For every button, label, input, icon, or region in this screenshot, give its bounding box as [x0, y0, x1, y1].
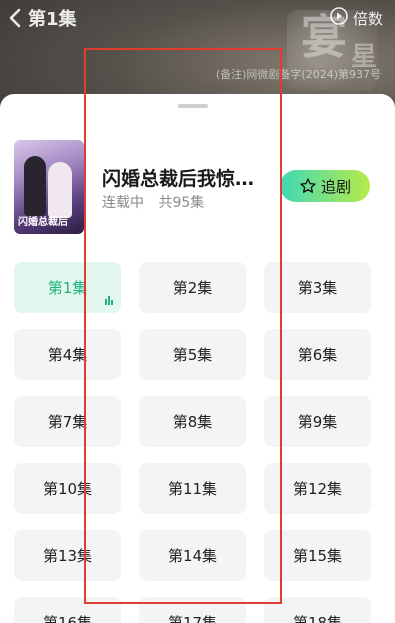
poster-title-text: 闪婚总裁后 — [18, 217, 68, 228]
episode-tile-label: 第2集 — [172, 279, 213, 297]
episode-tile[interactable]: 第12集 — [264, 463, 371, 514]
playing-bars-icon — [105, 296, 113, 305]
poster-figure-left — [24, 156, 46, 216]
star-icon — [299, 177, 317, 195]
episode-tile-label: 第10集 — [42, 480, 93, 498]
episode-tile-label: 第9集 — [297, 413, 338, 431]
chevron-left-icon[interactable] — [6, 7, 24, 29]
episode-tile-label: 第16集 — [42, 614, 93, 623]
episode-tile[interactable]: 第13集 — [14, 530, 121, 581]
episode-tile-label: 第3集 — [297, 279, 338, 297]
episode-tile[interactable]: 第5集 — [139, 329, 246, 380]
episode-tile[interactable]: 第9集 — [264, 396, 371, 447]
episode-tile[interactable]: 第14集 — [139, 530, 246, 581]
episode-tile-label: 第6集 — [297, 346, 338, 364]
episode-tile-label: 第4集 — [47, 346, 88, 364]
speed-circle-icon — [329, 6, 349, 30]
episode-tile[interactable]: 第17集 — [139, 597, 246, 623]
episode-tile[interactable]: 第18集 — [264, 597, 371, 623]
speed-button[interactable]: 倍数 — [329, 6, 395, 30]
episode-tile-label: 第18集 — [292, 614, 343, 623]
episode-tile-label: 第5集 — [172, 346, 213, 364]
episode-tile[interactable]: 第16集 — [14, 597, 121, 623]
poster-figure-right — [48, 162, 72, 218]
episode-tile[interactable]: 第15集 — [264, 530, 371, 581]
player-screen: 宴 星 第1集 倍数 (备注)网微剧备字(2024)第937号 闪婚总裁后 闪婚… — [0, 0, 395, 623]
sheet-drag-handle[interactable] — [178, 104, 208, 108]
speed-label: 倍数 — [352, 9, 383, 28]
episode-tile-label: 第7集 — [47, 413, 88, 431]
back-control[interactable]: 第1集 — [0, 5, 77, 31]
drama-title: 闪婚总裁后我惊… — [102, 168, 255, 190]
episode-tile[interactable]: 第1集 — [14, 262, 121, 313]
episode-tile-label: 第17集 — [167, 614, 218, 623]
follow-label: 追剧 — [320, 177, 351, 196]
episode-tile[interactable]: 第4集 — [14, 329, 121, 380]
drama-poster: 闪婚总裁后 — [14, 140, 84, 234]
episode-tile-label: 第12集 — [292, 480, 343, 498]
episode-tile-label: 第8集 — [172, 413, 213, 431]
drama-meta: 连载中 共95集 — [102, 192, 204, 212]
episode-tile[interactable]: 第3集 — [264, 262, 371, 313]
license-number: (备注)网微剧备字(2024)第937号 — [215, 68, 381, 81]
episode-tile[interactable]: 第11集 — [139, 463, 246, 514]
player-topbar: 第1集 倍数 — [0, 0, 395, 36]
episode-tile[interactable]: 第7集 — [14, 396, 121, 447]
episode-tile-label: 第14集 — [167, 547, 218, 565]
episode-tile[interactable]: 第8集 — [139, 396, 246, 447]
episode-tile-label: 第11集 — [167, 480, 218, 498]
episode-tile[interactable]: 第10集 — [14, 463, 121, 514]
episode-tile-label: 第13集 — [42, 547, 93, 565]
episode-sheet: 闪婚总裁后 闪婚总裁后我惊… 连载中 共95集 追剧 第1集 第2集 第3集 第4集第… — [0, 94, 395, 623]
drama-status: 连载中 — [102, 195, 144, 211]
drama-episode-count: 共95集 — [158, 195, 205, 211]
episode-tile[interactable]: 第2集 — [139, 262, 246, 313]
follow-button[interactable]: 追剧 — [280, 170, 370, 202]
episode-tile[interactable]: 第6集 — [264, 329, 371, 380]
episode-title: 第1集 — [28, 9, 77, 30]
episode-tile-label: 第15集 — [292, 547, 343, 565]
episode-tile-label: 第1集 — [47, 279, 88, 297]
